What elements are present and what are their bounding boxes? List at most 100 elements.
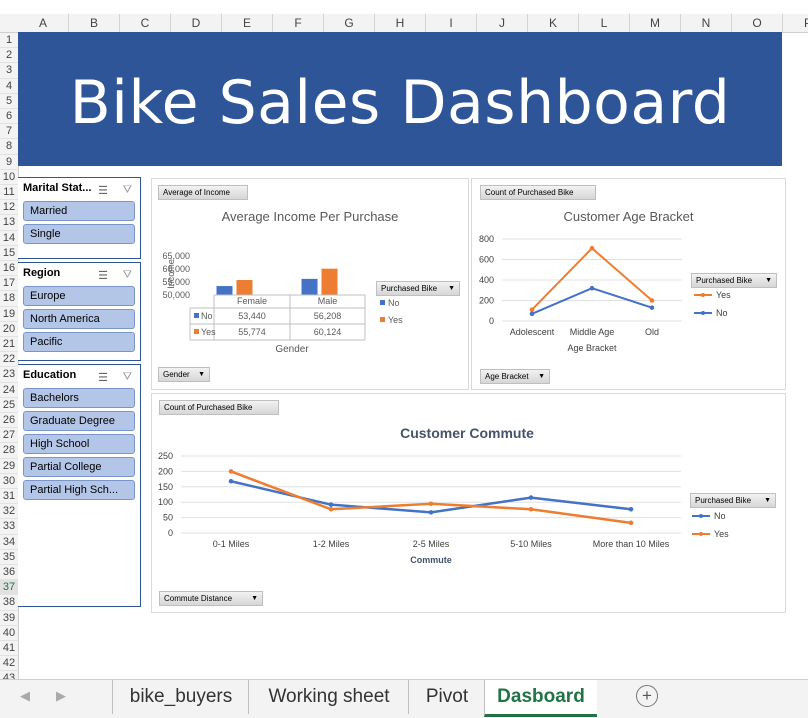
data-point-yes[interactable] [328,506,334,512]
column-header-c[interactable]: C [120,14,171,32]
row-header-26[interactable]: 26 [0,413,19,429]
tab-working-sheet[interactable]: Working sheet [248,680,409,714]
scroll-left-icon[interactable]: ◀ [20,688,30,704]
bar-no-female[interactable] [216,286,233,295]
row-header-4[interactable]: 4 [0,78,19,94]
column-header-o[interactable]: O [732,14,783,32]
data-point-no[interactable] [528,495,534,500]
column-header-p[interactable]: P [783,14,808,32]
row-header-38[interactable]: 38 [0,595,19,611]
age-chart-panel[interactable]: Count of Purchased Bike Customer Age Bra… [471,178,786,390]
data-point-yes[interactable] [428,501,434,507]
column-header-j[interactable]: J [477,14,528,32]
slicer-item-bachelors[interactable]: Bachelors [23,388,135,408]
row-header-40[interactable]: 40 [0,625,19,641]
row-header-10[interactable]: 10 [0,169,19,185]
row-header-6[interactable]: 6 [0,109,19,125]
row-header-28[interactable]: 28 [0,443,19,459]
multi-select-icon[interactable]: ☰ [98,181,108,201]
data-point-no[interactable] [428,510,434,515]
row-header-32[interactable]: 32 [0,504,19,520]
row-header-16[interactable]: 16 [0,261,19,277]
row-header-39[interactable]: 39 [0,610,19,626]
row-header-21[interactable]: 21 [0,337,19,353]
row-header-9[interactable]: 9 [0,154,19,170]
column-header-a[interactable]: A [18,14,69,32]
row-header-3[interactable]: 3 [0,63,19,79]
row-header-33[interactable]: 33 [0,519,19,535]
column-header-k[interactable]: K [528,14,579,32]
column-header-b[interactable]: B [69,14,120,32]
commute-distance-axis-button[interactable]: Commute Distance ▼ [159,591,263,606]
slicer-item-north-america[interactable]: North America [23,309,135,329]
row-header-12[interactable]: 12 [0,200,19,216]
row-header-13[interactable]: 13 [0,215,19,231]
commute-legend-button[interactable]: Purchased Bike ▼ [690,493,776,508]
tab-pivot[interactable]: Pivot [408,680,485,714]
gender-axis-button[interactable]: Gender ▼ [158,367,210,382]
row-header-42[interactable]: 42 [0,656,19,672]
data-point-yes[interactable] [228,469,234,474]
row-header-17[interactable]: 17 [0,276,19,292]
column-header-i[interactable]: I [426,14,477,32]
bar-no-male[interactable] [301,278,318,295]
row-header-34[interactable]: 34 [0,534,19,550]
column-header-g[interactable]: G [324,14,375,32]
row-header-23[interactable]: 23 [0,367,19,383]
row-header-36[interactable]: 36 [0,565,19,581]
slicer-item-partial-high-school[interactable]: Partial High Sch... [23,480,135,500]
row-header-1[interactable]: 1 [0,33,19,49]
slicer-item-pacific[interactable]: Pacific [23,332,135,352]
data-point-yes[interactable] [589,245,595,251]
slicer-item-graduate-degree[interactable]: Graduate Degree [23,411,135,431]
series-line-yes[interactable] [230,470,632,525]
slicer-item-high-school[interactable]: High School [23,434,135,454]
bar-yes-female[interactable] [236,279,253,295]
column-header-n[interactable]: N [681,14,732,32]
column-header-h[interactable]: H [375,14,426,32]
series-line-no[interactable] [230,480,632,514]
commute-chart-panel[interactable]: Count of Purchased Bike Customer Commute… [151,393,786,613]
row-header-27[interactable]: 27 [0,428,19,444]
age-bracket-axis-button[interactable]: Age Bracket ▼ [480,369,550,384]
slicer-item-married[interactable]: Married [23,201,135,221]
row-header-25[interactable]: 25 [0,397,19,413]
multi-select-icon[interactable]: ☰ [98,368,108,388]
multi-select-icon[interactable]: ☰ [98,266,108,286]
scroll-right-icon[interactable]: ▶ [56,688,66,704]
column-header-e[interactable]: E [222,14,273,32]
row-header-5[interactable]: 5 [0,93,19,109]
row-header-30[interactable]: 30 [0,473,19,489]
data-point-no[interactable] [328,502,334,507]
slicer-item-europe[interactable]: Europe [23,286,135,306]
row-header-35[interactable]: 35 [0,549,19,565]
row-header-18[interactable]: 18 [0,291,19,307]
clear-filter-icon[interactable]: ⛛ [123,265,132,285]
row-header-20[interactable]: 20 [0,321,19,337]
row-header-14[interactable]: 14 [0,230,19,246]
row-header-19[interactable]: 19 [0,306,19,322]
row-header-22[interactable]: 22 [0,352,19,368]
data-point-no[interactable] [228,478,234,484]
data-point-no[interactable] [589,285,595,291]
slicer-item-partial-college[interactable]: Partial College [23,457,135,477]
column-header-l[interactable]: L [579,14,630,32]
data-point-no[interactable] [649,305,655,310]
row-header-11[interactable]: 11 [0,185,19,201]
row-header-15[interactable]: 15 [0,245,19,261]
clear-filter-icon[interactable]: ⛛ [123,367,132,387]
data-point-yes[interactable] [649,298,655,303]
column-header-f[interactable]: F [273,14,324,32]
row-header-29[interactable]: 29 [0,458,19,474]
row-header-8[interactable]: 8 [0,139,19,155]
row-header-24[interactable]: 24 [0,382,19,398]
row-header-7[interactable]: 7 [0,124,19,140]
tab-bike-buyers[interactable]: bike_buyers [112,680,249,714]
bar-yes-male[interactable] [321,268,338,295]
tab-dasboard[interactable]: Dasboard [484,680,597,717]
income-chart-panel[interactable]: Average of Income Average Income Per Pur… [151,178,469,390]
slicer-item-single[interactable]: Single [23,224,135,244]
row-header-41[interactable]: 41 [0,641,19,657]
row-header-2[interactable]: 2 [0,48,19,64]
data-point-yes[interactable] [628,520,634,526]
